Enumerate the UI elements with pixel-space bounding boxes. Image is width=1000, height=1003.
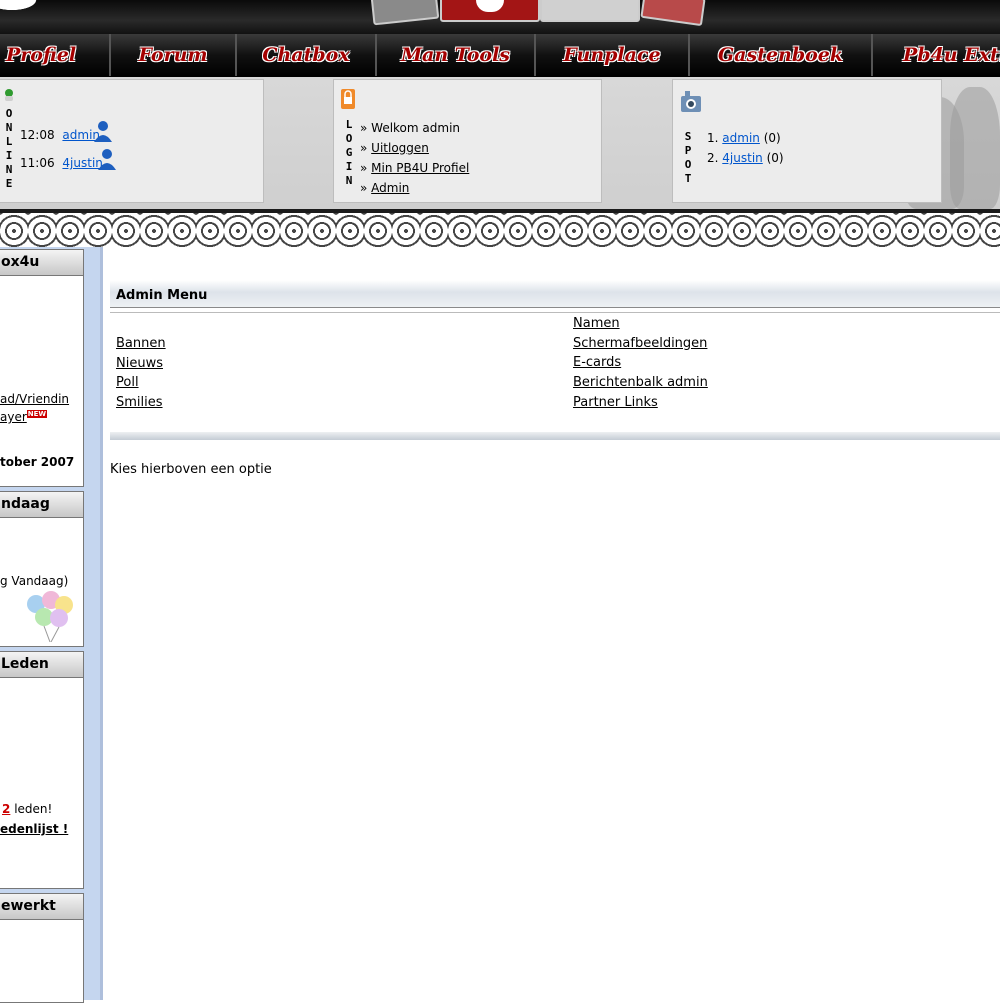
sidebar-block-bewerkt: ewerkt — [0, 893, 84, 1003]
admin-menu-left-column: Bannen Nieuws Poll Smilies — [116, 334, 166, 413]
menu-link-smilies[interactable]: Smilies — [116, 393, 166, 413]
nav-item-man-tools[interactable]: Man Tools — [377, 34, 536, 76]
main-navigation: Profiel Forum Chatbox Man Tools Funplace… — [0, 34, 1000, 78]
sidebar-row: ayerNEW — [0, 410, 48, 424]
login-vertical-label: LOGIN — [345, 118, 353, 187]
sidebar-date: tober 2007 — [0, 455, 75, 469]
login-links: » Welkom admin » Uitloggen » Min PB4U Pr… — [360, 118, 469, 198]
lock-icon — [341, 89, 355, 109]
member-list-link[interactable]: edenlijst ! — [0, 822, 68, 836]
menu-link-namen[interactable]: Namen — [573, 314, 708, 334]
online-time: 11:06 — [20, 156, 55, 170]
welcome-text: » Welkom admin — [360, 121, 461, 135]
member-count: 2 — [2, 802, 11, 816]
banner-card — [370, 0, 440, 26]
menu-link-bannen[interactable]: Bannen — [116, 334, 166, 354]
new-badge: NEW — [26, 410, 48, 418]
online-status-icon — [5, 89, 13, 101]
banner-card — [540, 0, 640, 22]
user-icon — [98, 149, 116, 170]
admin-link[interactable]: Admin — [371, 181, 409, 195]
profile-link[interactable]: Min PB4U Profiel — [371, 161, 469, 175]
admin-menu-body: Bannen Nieuws Poll Smilies Namen Scherma… — [110, 312, 1000, 441]
sidebar-link[interactable]: ad/Vriendin — [0, 392, 69, 406]
menu-link-partner-links[interactable]: Partner Links — [573, 393, 708, 413]
menu-link-schermafbeeldingen[interactable]: Schermafbeeldingen — [573, 334, 708, 354]
online-panel: ONLINE 12:08 admin 11:06 4justin — [0, 79, 264, 203]
ornament-border — [0, 209, 1000, 247]
member-count-row: 2 leden! — [2, 802, 53, 816]
spot-panel: SPOT 1. admin (0) 2. 4justin (0) — [672, 79, 942, 203]
user-icon — [94, 121, 112, 142]
left-sidebar: ox4u ad/Vriendin ayerNEW tober 2007 ndaa… — [0, 247, 103, 1003]
sidebar-link[interactable]: ayer — [0, 410, 27, 424]
sidebar-block-title: ox4u — [0, 250, 83, 276]
nav-item-profiel[interactable]: Profiel — [0, 34, 111, 76]
login-link-row: » Admin — [360, 181, 410, 195]
nav-item-pb4u-extra[interactable]: Pb4u Extra — [873, 34, 1000, 76]
sidebar-block-title: ewerkt — [0, 894, 83, 920]
nav-item-chatbox[interactable]: Chatbox — [237, 34, 377, 76]
admin-menu-right-column: Namen Schermafbeeldingen E-cards Bericht… — [573, 314, 708, 412]
spot-vertical-label: SPOT — [684, 130, 692, 185]
silhouette-image — [950, 87, 1000, 209]
nav-item-gastenboek[interactable]: Gastenboek — [690, 34, 873, 76]
sidebar-block-leden: Leden 2 leden! edenlijst ! — [0, 651, 84, 889]
online-time: 12:08 — [20, 128, 55, 142]
online-vertical-label: ONLINE — [5, 107, 13, 190]
spot-user-link[interactable]: admin — [722, 131, 760, 145]
menu-link-poll[interactable]: Poll — [116, 373, 166, 393]
login-link-row: » Min PB4U Profiel — [360, 161, 470, 175]
admin-menu-header: Admin Menu — [110, 280, 1000, 308]
online-user-row: 11:06 4justin — [20, 156, 103, 170]
banner-swirl — [0, 0, 60, 20]
top-banner — [0, 0, 1000, 34]
sidebar-block-box4u: ox4u ad/Vriendin ayerNEW tober 2007 — [0, 249, 84, 487]
login-link-row: » Uitloggen — [360, 141, 429, 155]
banner-card — [640, 0, 706, 27]
spot-entry: 2. 4justin (0) — [707, 151, 784, 165]
spot-user-link[interactable]: 4justin — [722, 151, 762, 165]
sidebar-block-title: ndaag — [0, 492, 83, 518]
admin-menu-footer — [110, 432, 1000, 440]
camera-icon — [681, 91, 701, 112]
sidebar-text: g Vandaag) — [0, 574, 69, 588]
menu-link-berichtenbalk-admin[interactable]: Berichtenbalk admin — [573, 373, 708, 393]
menu-link-ecards[interactable]: E-cards — [573, 353, 708, 373]
spot-entry: 1. admin (0) — [707, 131, 781, 145]
online-user-row: 12:08 admin — [20, 128, 100, 142]
nav-item-forum[interactable]: Forum — [111, 34, 237, 76]
instruction-text: Kies hierboven een optie — [110, 462, 272, 477]
sidebar-block-vandaag: ndaag g Vandaag) — [0, 491, 84, 647]
menu-link-nieuws[interactable]: Nieuws — [116, 354, 166, 374]
balloons-icon — [27, 591, 73, 642]
info-strip: ONLINE 12:08 admin 11:06 4justin LOGIN »… — [0, 77, 1000, 209]
logout-link[interactable]: Uitloggen — [371, 141, 429, 155]
spot-list: 1. admin (0) 2. 4justin (0) — [707, 128, 784, 168]
nav-item-funplace[interactable]: Funplace — [536, 34, 690, 76]
login-panel: LOGIN » Welkom admin » Uitloggen » Min P… — [333, 79, 602, 203]
sidebar-block-title: Leden — [0, 652, 83, 678]
